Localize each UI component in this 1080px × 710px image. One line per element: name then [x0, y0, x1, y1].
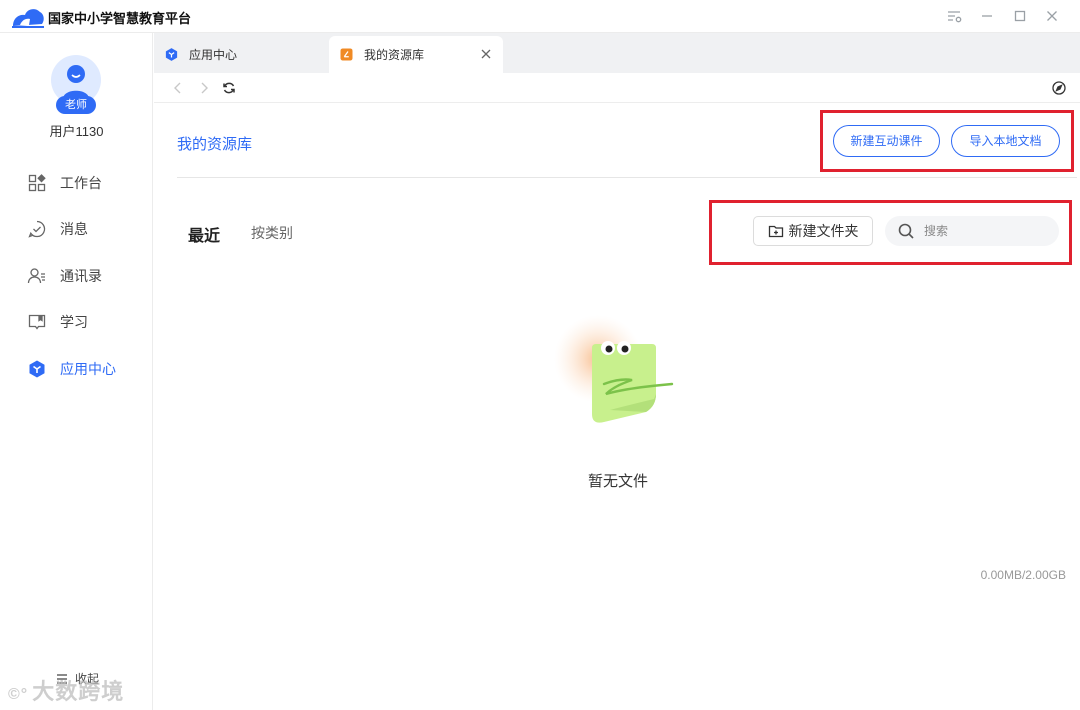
sidebar-item-label: 工作台	[60, 175, 102, 191]
tab-app-center[interactable]: 应用中心	[154, 36, 329, 73]
close-window-icon[interactable]	[1042, 6, 1062, 26]
search-input[interactable]	[924, 224, 1044, 238]
message-check-icon	[28, 220, 46, 238]
empty-state-text: 暂无文件	[587, 473, 648, 490]
sidebar-item-label: 应用中心	[60, 361, 116, 377]
close-tab-icon[interactable]	[479, 47, 493, 61]
resource-library-icon	[340, 48, 353, 61]
back-icon[interactable]	[170, 80, 186, 96]
page-title: 我的资源库	[177, 136, 253, 153]
forward-icon[interactable]	[196, 80, 212, 96]
app-center-icon	[29, 360, 45, 378]
book-icon	[28, 314, 46, 330]
tab-bar: 应用中心 我的资源库	[154, 33, 1080, 73]
watermark: ©° 大数跨境	[8, 679, 125, 704]
filter-tab-by-category[interactable]: 按类别	[251, 223, 293, 243]
sidebar: 老师 用户1130 工作台 消息 通讯录 学习 应用中心 收起 ©° 大数跨境	[0, 33, 153, 710]
contacts-icon	[27, 268, 45, 284]
maximize-icon[interactable]	[1010, 6, 1030, 26]
new-folder-label: 新建文件夹	[788, 223, 859, 239]
username: 用户1130	[49, 124, 104, 139]
sidebar-item-label: 学习	[60, 314, 88, 330]
new-interactive-courseware-button[interactable]: 新建互动课件	[833, 125, 940, 157]
search-icon	[898, 223, 914, 239]
tab-label: 我的资源库	[364, 48, 425, 62]
new-folder-button[interactable]: 新建文件夹	[753, 216, 873, 246]
app-center-icon	[165, 48, 178, 61]
sidebar-item-messages[interactable]: 消息	[27, 218, 147, 240]
storage-usage: 0.00MB/2.00GB	[980, 568, 1066, 582]
filter-tab-recent[interactable]: 最近	[188, 222, 220, 246]
refresh-icon[interactable]	[221, 80, 237, 96]
empty-files-illustration	[554, 315, 674, 423]
title-bar: 国家中小学智慧教育平台	[0, 0, 1080, 33]
import-local-document-button[interactable]: 导入本地文档	[951, 125, 1060, 157]
folder-plus-icon	[768, 225, 783, 238]
watermark-text: 大数跨境	[32, 679, 125, 704]
tab-my-resources[interactable]: 我的资源库	[329, 36, 503, 73]
settings-menu-icon[interactable]	[944, 6, 964, 26]
search-bar[interactable]	[885, 216, 1059, 246]
browser-toolbar	[154, 73, 1080, 103]
minimize-icon[interactable]	[977, 6, 997, 26]
app-window: 国家中小学智慧教育平台 老师 用户1130 工作台 消息 通讯录 学习 应用中心…	[0, 0, 1080, 710]
sidebar-item-workbench[interactable]: 工作台	[27, 172, 147, 194]
compass-icon[interactable]	[1051, 80, 1067, 96]
header-divider	[177, 177, 1077, 178]
main-content: 我的资源库 新建互动课件 导入本地文档 最近 按类别 新建文件夹 搜索 暂无文件…	[154, 104, 1080, 710]
sidebar-item-study[interactable]: 学习	[27, 311, 147, 333]
grid-icon	[28, 174, 46, 192]
sidebar-item-app-center[interactable]: 应用中心	[27, 358, 147, 380]
platform-logo	[12, 9, 44, 28]
app-title: 国家中小学智慧教育平台	[48, 12, 192, 27]
sidebar-item-contacts[interactable]: 通讯录	[27, 265, 147, 287]
sidebar-item-label: 消息	[60, 221, 88, 237]
tab-label: 应用中心	[189, 48, 238, 62]
sidebar-item-label: 通讯录	[60, 268, 102, 284]
role-badge: 老师	[56, 96, 96, 114]
